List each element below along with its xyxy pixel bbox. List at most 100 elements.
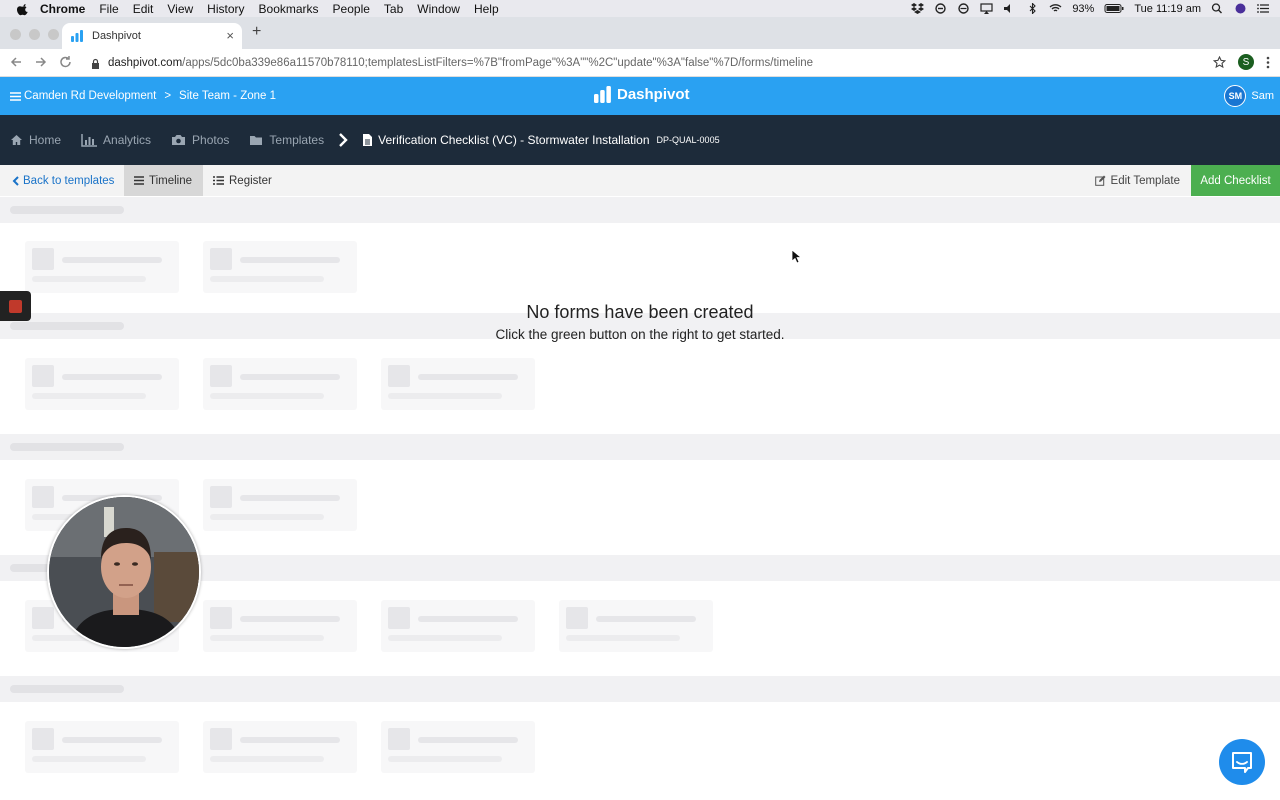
skeleton-card (203, 721, 357, 773)
stop-icon (9, 300, 22, 313)
menu-edit[interactable]: Edit (133, 2, 154, 16)
stop-recording-button[interactable] (0, 291, 31, 321)
window-close-button[interactable] (10, 29, 21, 40)
chrome-profile-avatar[interactable]: S (1238, 54, 1254, 70)
nav-photos[interactable]: Photos (171, 133, 229, 147)
dropbox-icon[interactable] (911, 3, 925, 14)
wifi-icon[interactable] (1049, 3, 1062, 14)
webcam-person-image (49, 497, 199, 647)
template-code: DP-QUAL-0005 (656, 135, 720, 145)
menu-bookmarks[interactable]: Bookmarks (259, 2, 319, 16)
nav-analytics[interactable]: Analytics (81, 133, 151, 147)
nav-home-label: Home (29, 133, 62, 147)
template-name: Verification Checklist (VC) - Stormwater… (378, 133, 650, 147)
user-menu[interactable]: SM Sam (1224, 85, 1274, 107)
bar-chart-icon (81, 133, 98, 147)
back-arrow-icon[interactable] (10, 55, 22, 69)
skeleton-date-band (0, 197, 1280, 223)
siri-icon[interactable] (1234, 3, 1247, 14)
tab-timeline-label: Timeline (149, 174, 193, 187)
menubar-status-area: 93% Tue 11:19 am (911, 0, 1270, 17)
empty-state-subtitle: Click the green button on the right to g… (495, 327, 785, 342)
menu-history[interactable]: History (207, 2, 244, 16)
hamburger-menu-icon[interactable] (10, 91, 21, 101)
battery-icon[interactable] (1104, 3, 1124, 14)
main-navigation: Home Analytics Photos Templates Verifica… (0, 115, 1280, 165)
volume-icon[interactable] (1003, 3, 1016, 14)
back-to-templates-link[interactable]: Back to templates (12, 165, 114, 196)
back-to-templates-label: Back to templates (23, 174, 115, 187)
edit-template-button[interactable]: Edit Template (1094, 165, 1180, 196)
new-tab-button[interactable]: + (252, 24, 261, 40)
brand-name: Dashpivot (617, 86, 690, 103)
menu-window[interactable]: Window (417, 2, 460, 16)
edit-template-label: Edit Template (1110, 174, 1180, 187)
breadcrumb: Camden Rd Development > Site Team - Zone… (10, 77, 276, 115)
breadcrumb-separator: > (164, 90, 172, 102)
lock-icon[interactable] (91, 58, 100, 69)
chevron-left-icon (12, 175, 19, 186)
url-host: dashpivot.com (108, 57, 183, 69)
bluetooth-icon[interactable] (1026, 3, 1039, 14)
mouse-cursor-icon (791, 249, 801, 264)
tab-register[interactable]: Register (203, 165, 282, 196)
url-field[interactable]: dashpivot.com/apps/5dc0ba339e86a11570b78… (91, 49, 813, 77)
tab-close-icon[interactable]: × (226, 28, 234, 43)
browser-tab-dashpivot[interactable]: Dashpivot × (62, 23, 242, 49)
breadcrumb-team[interactable]: Site Team - Zone 1 (179, 90, 276, 102)
menu-view[interactable]: View (167, 2, 193, 16)
bookmark-star-icon[interactable] (1213, 55, 1226, 69)
menu-help[interactable]: Help (474, 2, 499, 16)
home-icon (11, 135, 22, 145)
tab-timeline[interactable]: Timeline (124, 165, 203, 196)
reload-icon[interactable] (59, 55, 72, 69)
nav-current-template: Verification Checklist (VC) - Stormwater… (362, 133, 720, 147)
airplay-icon[interactable] (980, 3, 993, 14)
dashpivot-favicon-icon (71, 30, 83, 42)
menubar-clock[interactable]: Tue 11:19 am (1134, 3, 1201, 15)
macos-menubar: Chrome File Edit View History Bookmarks … (0, 0, 1280, 17)
skeleton-card (203, 600, 357, 652)
spotlight-search-icon[interactable] (1211, 3, 1224, 14)
camera-icon (172, 135, 186, 145)
window-zoom-button[interactable] (48, 29, 59, 40)
skeleton-card (25, 721, 179, 773)
nav-home[interactable]: Home (10, 133, 61, 147)
avatar[interactable]: SM (1224, 85, 1247, 107)
edit-pencil-icon (1094, 175, 1106, 186)
chat-bubble-icon (1232, 752, 1252, 773)
webcam-overlay[interactable] (47, 495, 201, 649)
notification-center-icon[interactable] (1257, 3, 1270, 14)
add-checklist-button[interactable]: Add Checklist (1191, 165, 1280, 196)
dashpivot-logo-icon (594, 86, 611, 103)
nav-templates[interactable]: Templates (249, 133, 324, 147)
list-lines-icon (134, 176, 144, 185)
menu-tab[interactable]: Tab (384, 2, 403, 16)
breadcrumb-project[interactable]: Camden Rd Development (24, 90, 156, 102)
menu-people[interactable]: People (333, 2, 370, 16)
folder-icon (250, 136, 263, 145)
skeleton-card (381, 600, 535, 652)
sync-icon[interactable] (934, 3, 947, 14)
skeleton-card (381, 721, 535, 773)
user-name[interactable]: Sam (1251, 90, 1274, 102)
forward-arrow-icon[interactable] (35, 55, 47, 69)
chat-launcher-button[interactable] (1219, 739, 1265, 785)
document-icon (363, 134, 373, 146)
circle-status-icon[interactable] (957, 3, 970, 14)
tab-register-label: Register (229, 174, 272, 187)
nav-analytics-label: Analytics (103, 133, 152, 147)
browser-menu-icon[interactable] (1266, 56, 1270, 69)
tab-title: Dashpivot (92, 30, 141, 42)
apple-icon[interactable] (16, 2, 30, 16)
menu-chrome[interactable]: Chrome (40, 2, 85, 16)
skeleton-card (203, 479, 357, 531)
browser-tab-strip: Dashpivot × + (0, 17, 1280, 49)
app-logo[interactable]: Dashpivot (593, 86, 690, 103)
template-toolbar: Back to templates Timeline Register Edit… (0, 165, 1280, 196)
menu-file[interactable]: File (99, 2, 118, 16)
skeleton-card (203, 241, 357, 293)
window-minimize-button[interactable] (29, 29, 40, 40)
skeleton-date-band (0, 676, 1280, 702)
skeleton-card (559, 600, 713, 652)
